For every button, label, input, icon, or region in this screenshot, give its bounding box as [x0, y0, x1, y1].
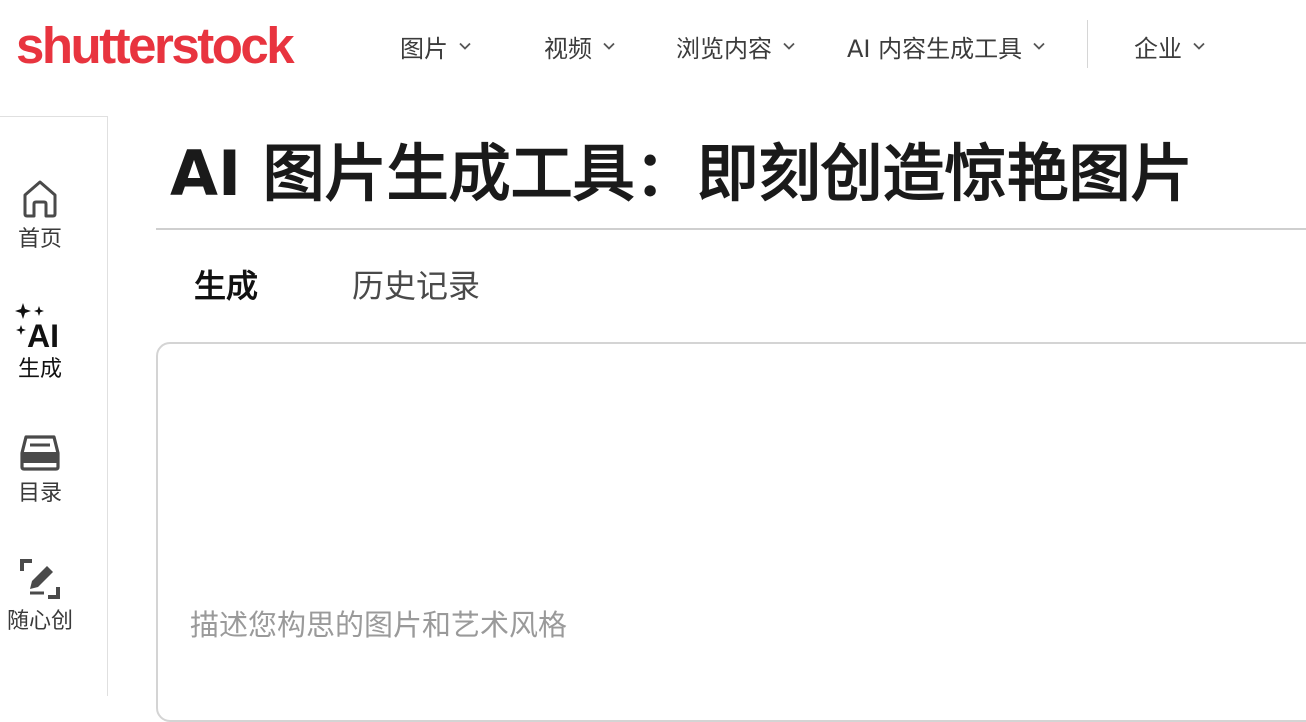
nav-item-browse[interactable]: 浏览内容: [676, 24, 796, 68]
sidebar-item-home[interactable]: 首页: [0, 177, 80, 253]
home-icon: [23, 180, 57, 218]
nav-item-label: AI 内容生成工具: [847, 34, 1023, 63]
chevron-down-icon: [459, 42, 471, 50]
nav-item-label: 视频: [544, 34, 592, 63]
page-title-rest: 即刻创造惊艳图片: [696, 137, 1193, 210]
left-sidebar: 首页 AI 生成 目录 随心创: [0, 116, 108, 696]
page-title: AI 图片生成工具：即刻创造惊艳图片: [170, 134, 1193, 214]
nav-item-ai-tools[interactable]: AI 内容生成工具: [847, 24, 1046, 68]
nav-item-label: 浏览内容: [676, 34, 772, 63]
sidebar-item-catalog[interactable]: 目录: [0, 433, 80, 507]
tab-generate[interactable]: 生成: [194, 262, 258, 310]
nav-item-enterprise[interactable]: 企业: [1134, 24, 1206, 68]
sidebar-item-label: 生成: [17, 357, 62, 382]
chevron-down-icon: [603, 42, 615, 50]
nav-item-label: 企业: [1134, 34, 1182, 63]
sidebar-item-label: 首页: [17, 227, 62, 252]
sidebar-item-label: 随心创: [6, 609, 73, 634]
chevron-down-icon: [1033, 42, 1045, 50]
title-divider: [156, 228, 1306, 230]
chevron-down-icon: [783, 42, 795, 50]
ai-sparkle-icon: AI: [15, 303, 59, 349]
edit-frame-icon: [20, 559, 60, 599]
sidebar-item-generate[interactable]: AI 生成: [0, 301, 80, 383]
catalog-tray-icon: [20, 435, 60, 471]
svg-text:AI: AI: [27, 318, 59, 349]
prompt-box: [156, 342, 1306, 722]
page-title-emphasis: AI 图片生成工具：: [170, 137, 697, 210]
sidebar-item-label: 目录: [17, 481, 62, 506]
nav-item-label: 图片: [400, 34, 448, 63]
chevron-down-icon: [1193, 42, 1205, 50]
nav-item-videos[interactable]: 视频: [544, 24, 616, 68]
sidebar-item-freeform[interactable]: 随心创: [0, 557, 80, 635]
shutterstock-logo[interactable]: shutterstock: [16, 18, 295, 74]
tab-history[interactable]: 历史记录: [352, 262, 480, 310]
prompt-input[interactable]: [158, 344, 1306, 720]
nav-item-images[interactable]: 图片: [400, 24, 472, 68]
nav-divider: [1087, 20, 1088, 68]
top-navigation-bar: shutterstock 图片 视频 浏览内容 AI 内容生成工具 企业: [0, 0, 1306, 92]
